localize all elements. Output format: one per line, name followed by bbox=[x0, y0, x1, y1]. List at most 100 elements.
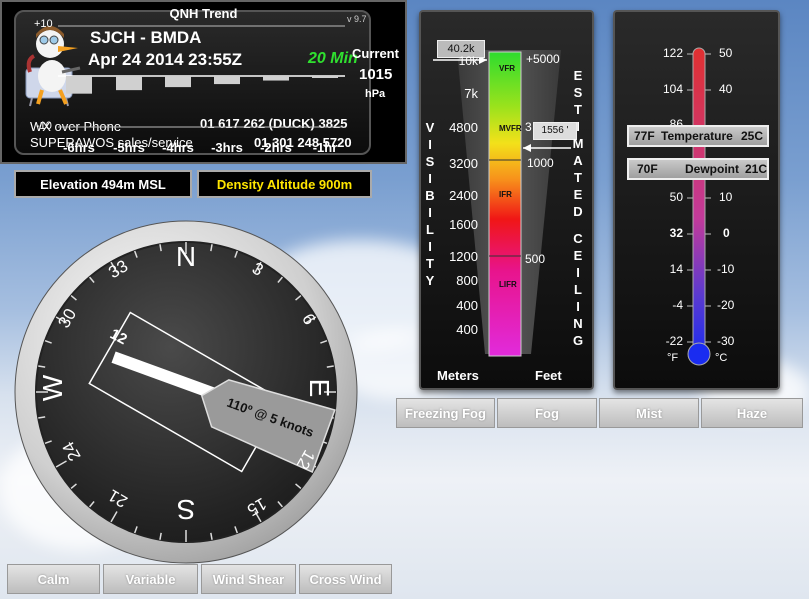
current-ceiling-tag: 1556 ' bbox=[533, 122, 577, 140]
temperature-panel: 122 104 86 50 32 14 -4 -22 50 40 10 0 -1… bbox=[613, 10, 780, 390]
temp-f-32: 32 bbox=[669, 226, 683, 240]
visibility-ceiling-panel: 40.2k 1556 ' 10k 7k 4800 3200 2400 1600 … bbox=[419, 10, 594, 390]
calm-indicator[interactable]: Calm bbox=[7, 564, 100, 594]
dewpoint-readout: 70F Dewpoint 21C bbox=[627, 158, 769, 180]
qnh-trend-panel: QNH Trend +10 -10 Current 1015 hPa -6hrs… bbox=[0, 0, 407, 164]
ceiling-letter: G bbox=[572, 333, 584, 349]
visibility-letter: B bbox=[425, 188, 435, 203]
qnh-bar bbox=[116, 76, 142, 91]
fog-indicator[interactable]: Fog bbox=[497, 398, 597, 428]
temperature-c: 25C bbox=[741, 129, 764, 143]
ceil-scale-500: 500 bbox=[525, 252, 546, 266]
qnh-bar bbox=[214, 76, 240, 85]
band-lifr: LIFR bbox=[499, 280, 517, 289]
ceiling-letter: I bbox=[576, 265, 580, 281]
ceiling-letter: I bbox=[576, 119, 580, 134]
temp-f-104: 104 bbox=[662, 82, 683, 96]
qnh-bar bbox=[312, 76, 338, 78]
vis-scale-7k: 7k bbox=[464, 86, 478, 101]
qnh-unit: hPa bbox=[365, 88, 386, 100]
variable-indicator[interactable]: Variable bbox=[103, 564, 198, 594]
qnh-bar bbox=[263, 76, 289, 81]
ceiling-letter: N bbox=[573, 316, 583, 332]
dewpoint-label: Dewpoint bbox=[685, 162, 739, 176]
ceiling-letter: E bbox=[573, 68, 583, 83]
temp-c-50: 50 bbox=[719, 46, 733, 60]
visibility-letter: I bbox=[428, 171, 432, 186]
temp-c-minus30: -30 bbox=[717, 334, 735, 348]
elevation-box: Elevation 494m MSL bbox=[14, 170, 192, 198]
ceiling-letter: D bbox=[573, 204, 583, 219]
ceil-scale-1000: 1000 bbox=[527, 156, 554, 170]
temp-f-minus4: -4 bbox=[672, 298, 683, 312]
qnh-bar bbox=[66, 76, 92, 94]
temp-c-minus20: -20 bbox=[717, 298, 735, 312]
temperature-f: 77F bbox=[634, 129, 655, 143]
vis-scale-400: 400 bbox=[456, 322, 478, 337]
visibility-letter: Y bbox=[425, 273, 435, 288]
freezing-fog-indicator[interactable]: Freezing Fog bbox=[396, 398, 495, 428]
temp-f-50: 50 bbox=[669, 190, 683, 204]
compass-north: N bbox=[176, 241, 196, 272]
ceil-scale-3: 3 bbox=[525, 120, 532, 134]
ceiling-letter: L bbox=[574, 282, 582, 298]
qnh-x-label: -5hrs bbox=[113, 140, 145, 155]
temp-c-minus10: -10 bbox=[717, 262, 735, 276]
qnh-x-label: -1hr bbox=[312, 140, 338, 155]
ceiling-letter: A bbox=[573, 153, 583, 168]
qnh-current-value: 1015 bbox=[359, 66, 393, 83]
ceiling-letter: C bbox=[573, 231, 583, 247]
temp-c-0: 0 bbox=[723, 226, 730, 240]
haze-indicator[interactable]: Haze bbox=[701, 398, 803, 428]
mist-indicator[interactable]: Mist bbox=[599, 398, 699, 428]
temp-f-minus22: -22 bbox=[665, 334, 683, 348]
wind-compass: 12 110º @ 5 knots N E S W 3 6 12 15 21 2… bbox=[14, 220, 358, 564]
visibility-letter: V bbox=[425, 120, 435, 135]
ceiling-letter: I bbox=[576, 299, 580, 315]
qnh-x-label: -6hrs bbox=[63, 140, 95, 155]
feet-label: Feet bbox=[535, 368, 562, 383]
ceil-scale-5000: +5000 bbox=[526, 52, 560, 66]
band-vfr: VFR bbox=[499, 64, 515, 73]
ceiling-letter: T bbox=[574, 102, 582, 117]
compass-west: W bbox=[37, 374, 68, 401]
ceiling-letter: E bbox=[573, 187, 583, 202]
qnh-current-label: Current bbox=[352, 46, 399, 61]
qnh-x-label: -4hrs bbox=[162, 140, 194, 155]
visibility-letter: I bbox=[428, 205, 432, 220]
dewpoint-f: 70F bbox=[637, 162, 658, 176]
temp-c-10: 10 bbox=[719, 190, 733, 204]
temp-f-14: 14 bbox=[669, 262, 683, 276]
qnh-x-label: -2hrs bbox=[260, 140, 292, 155]
density-altitude-box: Density Altitude 900m bbox=[197, 170, 372, 198]
temp-f-122: 122 bbox=[662, 46, 683, 60]
compass-east: E bbox=[304, 379, 335, 398]
compass-south: S bbox=[177, 494, 196, 525]
band-ifr: IFR bbox=[499, 190, 512, 199]
qnh-x-label: -3hrs bbox=[211, 140, 243, 155]
ceiling-letter: E bbox=[573, 248, 583, 264]
temperature-label: Temperature bbox=[661, 129, 733, 143]
qnh-top-label: +10 bbox=[34, 18, 53, 30]
qnh-chart bbox=[58, 25, 345, 128]
flight-category-bar bbox=[488, 51, 522, 357]
visibility-letter: I bbox=[428, 239, 432, 254]
visibility-letter: I bbox=[428, 137, 432, 152]
unit-celsius: °C bbox=[715, 352, 728, 364]
dewpoint-c: 21C bbox=[745, 162, 768, 176]
ceiling-letter: S bbox=[573, 85, 583, 100]
awos-display: SJCH - BMDA Apr 24 2014 23:55Z 20 Min v … bbox=[0, 0, 809, 599]
cross-wind-indicator[interactable]: Cross Wind bbox=[299, 564, 392, 594]
qnh-bar bbox=[165, 76, 191, 88]
vis-scale-1600: 400 bbox=[456, 298, 478, 313]
visibility-letter: L bbox=[426, 222, 434, 237]
qnh-bottom-label: -10 bbox=[36, 120, 52, 132]
meters-label: Meters bbox=[437, 368, 479, 383]
vis-scale-10k: 10k bbox=[458, 54, 478, 68]
temp-c-40: 40 bbox=[719, 82, 733, 96]
temperature-readout: 77F Temperature 25C bbox=[627, 125, 769, 147]
band-mvfr: MVFR bbox=[499, 124, 522, 133]
wind-shear-indicator[interactable]: Wind Shear bbox=[201, 564, 296, 594]
ceiling-letter: M bbox=[572, 136, 584, 151]
unit-fahrenheit: °F bbox=[667, 352, 679, 364]
